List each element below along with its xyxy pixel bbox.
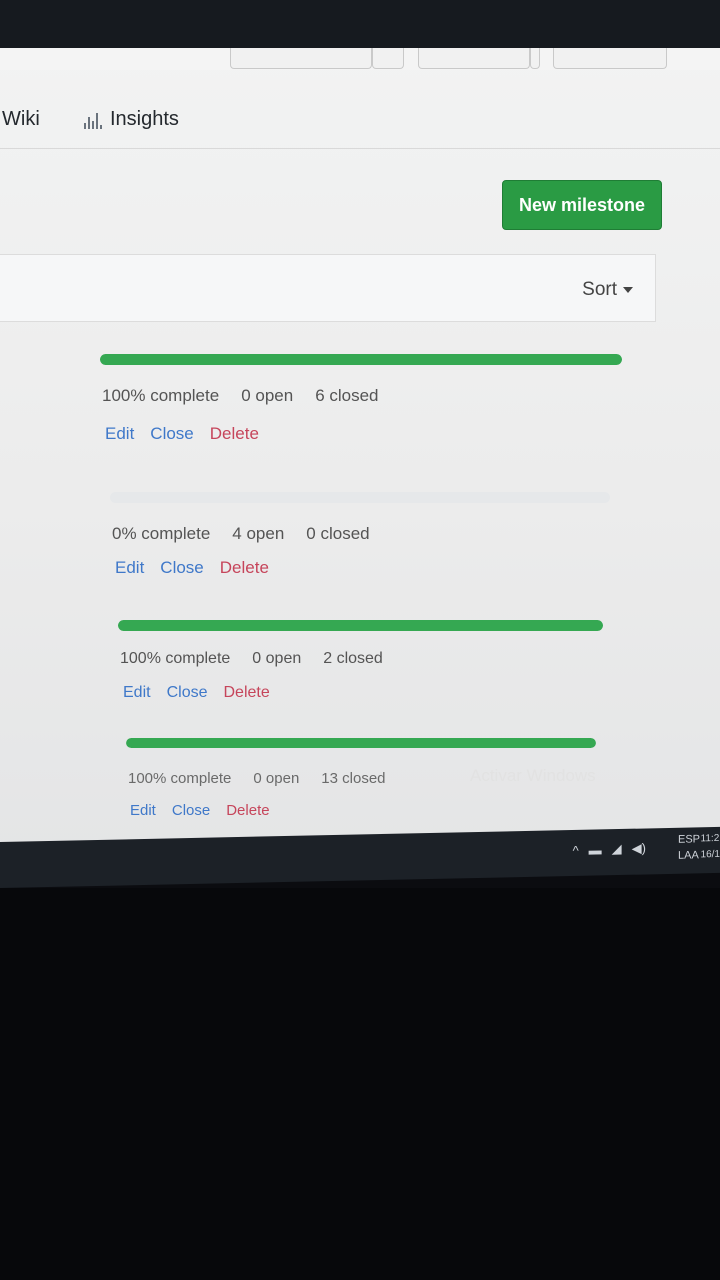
milestone-stats: 100% complete 0 open 2 closed	[120, 650, 383, 668]
delete-link[interactable]: Delete	[223, 684, 269, 702]
edit-link[interactable]: Edit	[123, 684, 151, 702]
milestone-actions: Edit Close Delete	[105, 424, 259, 444]
delete-link[interactable]: Delete	[220, 558, 269, 578]
browser-viewport: Wiki Insights New milestone Sort 100% co…	[0, 48, 720, 860]
activation-watermark: Activar Windows	[470, 766, 596, 785]
chevron-up-icon[interactable]: ^	[573, 842, 579, 857]
milestone-actions: Edit Close Delete	[130, 802, 270, 819]
milestone-stats: 100% complete 0 open 6 closed	[102, 386, 379, 406]
progress-bar	[100, 354, 622, 365]
milestone-actions: Edit Close Delete	[115, 558, 269, 578]
milestone-actions: Edit Close Delete	[123, 684, 270, 702]
header-button-count[interactable]	[372, 48, 404, 69]
caret-down-icon	[623, 287, 633, 293]
delete-link[interactable]: Delete	[226, 802, 269, 819]
language-code: ESP	[677, 833, 700, 846]
close-link[interactable]: Close	[160, 558, 203, 578]
keyboard-layout: LAA	[677, 849, 699, 862]
clock[interactable]: 11:2 16/1	[701, 831, 720, 863]
percent-complete: 100% complete	[102, 386, 220, 405]
progress-fill	[118, 620, 603, 631]
header-button[interactable]	[230, 48, 372, 69]
edit-link[interactable]: Edit	[130, 802, 156, 819]
closed-count[interactable]: 2 closed	[323, 650, 383, 668]
tab-wiki-label: Wiki	[2, 108, 40, 130]
header-button[interactable]	[418, 48, 530, 69]
system-tray: ^ ▬ ◢ ◀)	[573, 840, 646, 858]
header-button[interactable]	[553, 48, 667, 69]
closed-count[interactable]: 13 closed	[321, 770, 385, 787]
sort-label: Sort	[582, 279, 617, 300]
close-link[interactable]: Close	[150, 424, 193, 444]
clock-time: 11:2	[700, 832, 720, 845]
new-milestone-button[interactable]: New milestone	[502, 180, 662, 230]
close-link[interactable]: Close	[167, 684, 208, 702]
wifi-icon[interactable]: ◢	[612, 841, 622, 857]
percent-complete: 0% complete	[112, 524, 211, 543]
volume-icon[interactable]: ◀)	[632, 840, 646, 856]
progress-fill	[126, 738, 596, 748]
sort-dropdown[interactable]: Sort	[582, 279, 633, 301]
monitor-bezel-bottom	[0, 888, 720, 1280]
battery-icon[interactable]: ▬	[589, 842, 602, 857]
edit-link[interactable]: Edit	[115, 558, 144, 578]
open-count[interactable]: 0 open	[252, 650, 301, 668]
percent-complete: 100% complete	[128, 770, 232, 787]
milestone-stats: 100% complete 0 open 13 closed	[128, 770, 386, 787]
open-count[interactable]: 0 open	[253, 770, 299, 787]
milestones-toolbar: Sort	[0, 254, 656, 322]
tab-wiki[interactable]: Wiki	[2, 108, 40, 131]
progress-bar	[118, 620, 603, 631]
progress-bar	[126, 738, 596, 748]
progress-bar	[110, 492, 610, 503]
closed-count[interactable]: 0 closed	[306, 524, 369, 544]
header-button-count[interactable]	[530, 48, 540, 69]
open-count[interactable]: 0 open	[241, 386, 293, 406]
open-count[interactable]: 4 open	[232, 524, 284, 544]
clock-date: 16/1	[700, 848, 720, 861]
milestone-stats: 0% complete 4 open 0 closed	[112, 524, 370, 544]
closed-count[interactable]: 6 closed	[315, 386, 378, 406]
tab-insights-label: Insights	[110, 108, 179, 130]
graph-icon	[84, 111, 104, 129]
progress-fill	[100, 354, 622, 365]
edit-link[interactable]: Edit	[105, 424, 134, 444]
repo-nav: Wiki Insights	[0, 74, 720, 149]
percent-complete: 100% complete	[120, 650, 231, 667]
language-indicator[interactable]: ESP LAA	[678, 831, 700, 863]
tab-insights[interactable]: Insights	[84, 108, 179, 131]
delete-link[interactable]: Delete	[210, 424, 259, 444]
close-link[interactable]: Close	[172, 802, 210, 819]
header-strip	[0, 48, 720, 70]
